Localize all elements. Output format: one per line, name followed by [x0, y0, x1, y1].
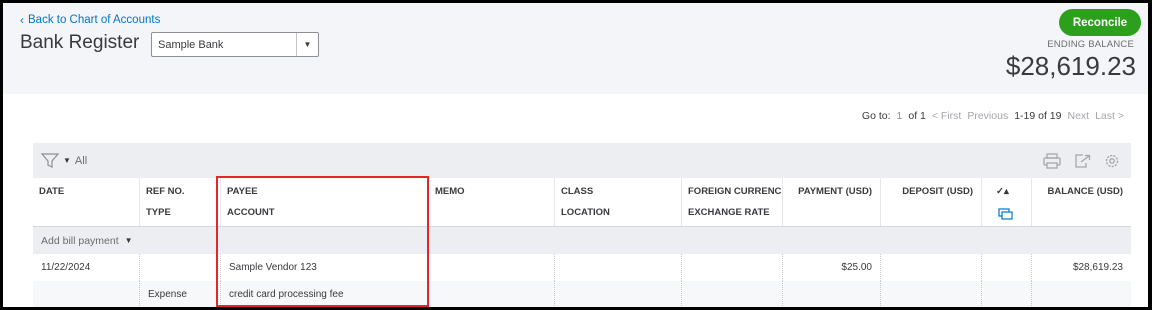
cell-payee: Sample Vendor 123 — [220, 254, 428, 281]
add-bill-payment-dropdown[interactable]: Add bill payment ▼ — [33, 227, 1131, 254]
cell-balance: $28,619.23 — [1031, 254, 1131, 281]
back-link-label: Back to Chart of Accounts — [28, 14, 161, 26]
cell-foreign-currency — [681, 254, 782, 281]
print-icon[interactable] — [1043, 152, 1061, 169]
cell-type: Expense — [139, 281, 220, 307]
register-table: DATE REF NO. TYPE PAYEE ACCOUNT MEMO CLA… — [33, 178, 1131, 307]
reconcile-button[interactable]: Reconcile — [1059, 9, 1141, 36]
column-header-balance[interactable]: BALANCE (USD) — [1031, 178, 1131, 226]
next-page-link[interactable]: Next — [1068, 110, 1090, 122]
column-header-class-location[interactable]: CLASS LOCATION — [554, 178, 681, 226]
copy-icon[interactable] — [998, 208, 1014, 220]
page-title: Bank Register — [20, 32, 140, 53]
row-range: 1-19 of 19 — [1014, 110, 1062, 122]
cell-class — [554, 254, 681, 281]
cell-date: 11/22/2024 — [41, 262, 91, 273]
cell-memo — [428, 254, 554, 281]
column-header-payee-account[interactable]: PAYEE ACCOUNT — [220, 178, 428, 226]
cell-cleared — [981, 254, 1031, 281]
column-header-date[interactable]: DATE — [33, 178, 139, 226]
cell-deposit — [880, 254, 981, 281]
cell-empty — [1031, 281, 1131, 307]
cell-location — [554, 281, 681, 307]
filter-dropdown[interactable]: ▼ All — [41, 152, 88, 169]
back-to-chart-of-accounts-link[interactable]: ‹ Back to Chart of Accounts — [20, 13, 160, 27]
table-row[interactable]: 11/22/2024 Sample Vendor 123 $25.00 $28,… — [33, 254, 1131, 281]
column-header-foreign-currency[interactable]: FOREIGN CURRENC EXCHANGE RATE — [681, 178, 782, 226]
filter-icon — [41, 152, 59, 168]
bank-register-window: ‹ Back to Chart of Accounts Bank Registe… — [3, 3, 1148, 307]
caret-down-icon: ▼ — [124, 236, 133, 245]
export-icon[interactable] — [1073, 153, 1091, 169]
add-bill-payment-label: Add bill payment — [41, 234, 119, 247]
first-page-link[interactable]: < First — [932, 110, 961, 122]
column-header-cleared[interactable]: ✓▴ — [981, 178, 1031, 226]
cell-empty — [981, 281, 1031, 307]
ending-balance-label: ENDING BALANCE — [1047, 39, 1134, 50]
settings-icon[interactable] — [1103, 153, 1121, 169]
register-panel: Go to: 1 of 1 < First Previous 1-19 of 1… — [3, 94, 1148, 307]
ending-balance-value: $28,619.23 — [1005, 51, 1136, 81]
pagination: Go to: 1 of 1 < First Previous 1-19 of 1… — [862, 110, 1124, 122]
chevron-left-icon: ‹ — [20, 13, 24, 27]
goto-page-input[interactable]: 1 — [897, 110, 903, 122]
goto-label: Go to: — [861, 110, 891, 122]
cell-payment: $25.00 — [782, 254, 880, 281]
cell-empty — [880, 281, 981, 307]
filter-label: All — [74, 154, 88, 167]
cell-exchange-rate — [681, 281, 782, 307]
table-row-detail[interactable]: Expense credit card processing fee — [33, 281, 1131, 307]
account-select-value: Sample Bank — [158, 38, 224, 51]
register-toolbar: ▼ All — [33, 143, 1131, 178]
cell-empty — [428, 281, 554, 307]
last-page-link[interactable]: Last > — [1095, 110, 1124, 122]
column-header-memo[interactable]: MEMO — [428, 178, 554, 226]
cell-empty — [782, 281, 880, 307]
caret-down-icon: ▼ — [296, 33, 318, 56]
table-header: DATE REF NO. TYPE PAYEE ACCOUNT MEMO CLA… — [33, 178, 1131, 227]
cell-account: credit card processing fee — [220, 281, 428, 307]
caret-down-icon: ▼ — [63, 156, 71, 165]
cell-empty — [33, 281, 139, 307]
account-select-dropdown[interactable]: Sample Bank ▼ — [151, 32, 319, 57]
page-count: of 1 — [908, 110, 926, 122]
previous-page-link[interactable]: Previous — [967, 110, 1008, 122]
column-header-ref-type[interactable]: REF NO. TYPE — [139, 178, 220, 226]
column-header-deposit[interactable]: DEPOSIT (USD) — [880, 178, 981, 226]
cell-ref-no — [139, 254, 220, 281]
column-header-payment[interactable]: PAYMENT (USD) — [782, 178, 880, 226]
